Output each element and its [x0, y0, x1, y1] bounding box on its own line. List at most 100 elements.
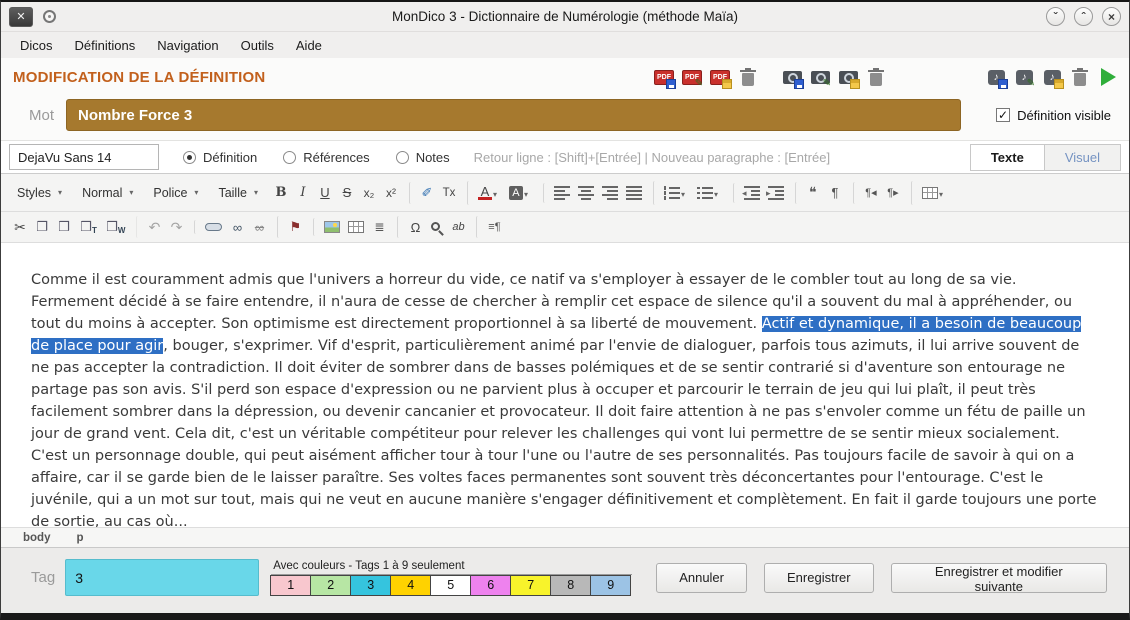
tag-color-5[interactable]: 5 — [430, 575, 471, 596]
tag-color-2[interactable]: 2 — [310, 575, 351, 596]
tag-color-1[interactable]: 1 — [270, 575, 311, 596]
cancel-button[interactable]: Annuler — [656, 563, 747, 593]
tag-color-8[interactable]: 8 — [550, 575, 591, 596]
audio-open-icon[interactable]: ♪ — [1039, 63, 1065, 91]
bullet-list-button[interactable] — [693, 181, 726, 205]
audio-save-icon[interactable]: ♪ — [983, 63, 1009, 91]
window-extra-close-button[interactable]: ✕ — [9, 7, 33, 27]
format-select[interactable]: Normal — [74, 182, 141, 204]
anchor-button[interactable]: ⚑ — [277, 216, 306, 238]
window-control-icon: ˇ — [1054, 10, 1058, 24]
chevron-down-icon — [493, 184, 501, 202]
font-selector[interactable]: DejaVu Sans 14 — [9, 144, 159, 170]
maximize-button[interactable]: ˆ — [1074, 7, 1093, 26]
align-justify-button[interactable] — [622, 183, 646, 203]
block-visibility-button[interactable]: ≡¶ — [476, 216, 505, 238]
photo-save-icon[interactable] — [779, 63, 805, 91]
paste-text-button[interactable]: ❒ T — [75, 216, 101, 238]
photo-open-icon[interactable] — [835, 63, 861, 91]
underline-button[interactable]: U — [314, 182, 336, 204]
copy-button[interactable]: ❐ — [31, 216, 53, 238]
rtl-paragraph-button[interactable]: ¶▸ — [882, 182, 904, 204]
redo-button[interactable]: ↷ — [165, 216, 187, 238]
paragraph-2: C'est un personnage double, qui peut ais… — [31, 445, 1099, 527]
menu-definitions[interactable]: Définitions — [66, 35, 145, 56]
bold-button[interactable]: B — [270, 182, 292, 204]
tag-color-9[interactable]: 9 — [590, 575, 631, 596]
superscript-button[interactable]: x² — [380, 182, 402, 204]
tag-input[interactable] — [65, 559, 259, 596]
window-menu-button[interactable] — [43, 10, 56, 23]
save-button[interactable]: Enregistrer — [764, 563, 874, 593]
background-color-button[interactable]: A — [505, 181, 536, 205]
minimize-button[interactable]: ˇ — [1046, 7, 1065, 26]
toggle-toolbar-button[interactable] — [194, 220, 226, 234]
save-next-button[interactable]: Enregistrer et modifier suivante — [891, 563, 1107, 593]
special-char-button[interactable]: Ω — [397, 216, 426, 238]
paste-button[interactable]: ❒ — [53, 216, 75, 238]
size-select[interactable]: Taille — [210, 182, 266, 204]
pdf-delete-icon[interactable] — [735, 63, 761, 91]
align-center-button[interactable] — [574, 183, 598, 203]
tag-color-3[interactable]: 3 — [350, 575, 391, 596]
visual-chars-button[interactable]: ¶ — [824, 182, 846, 204]
align-left-button[interactable] — [543, 183, 574, 203]
definition-text-editor[interactable]: Comme il est couramment admis que l'univ… — [1, 243, 1129, 527]
audio-play-icon[interactable] — [1095, 63, 1121, 91]
table-menu-button[interactable] — [911, 181, 951, 205]
subscript-button[interactable]: x₂ — [358, 182, 380, 204]
numbered-list-button[interactable] — [653, 181, 693, 205]
find-replace-button[interactable]: ab — [447, 216, 469, 238]
tab-visuel[interactable]: Visuel — [1044, 144, 1121, 171]
close-button[interactable]: × — [1102, 7, 1121, 26]
tag-color-6[interactable]: 6 — [470, 575, 511, 596]
menu-outils[interactable]: Outils — [232, 35, 283, 56]
menu-dicos[interactable]: Dicos — [11, 35, 62, 56]
insert-link-button[interactable]: ∞ — [226, 216, 248, 238]
radio-definition[interactable]: Définition — [183, 150, 257, 165]
pdf-edit-icon[interactable]: PDF ✎ — [679, 63, 705, 91]
italic-button[interactable]: I — [292, 182, 314, 204]
ltr-paragraph-button[interactable]: ¶◂ — [853, 182, 882, 204]
insert-table-button[interactable] — [344, 218, 368, 236]
styles-select[interactable]: Styles — [9, 182, 70, 204]
font-select[interactable]: Police — [145, 182, 206, 204]
audio-edit-icon[interactable]: ♪ ✎ — [1011, 63, 1037, 91]
menu-aide[interactable]: Aide — [287, 35, 331, 56]
pdf-save-icon[interactable]: PDF — [651, 63, 677, 91]
format-painter-button[interactable]: ✐ — [409, 182, 438, 204]
audio-delete-icon[interactable] — [1067, 63, 1093, 91]
search-button[interactable] — [426, 218, 447, 237]
align-right-button[interactable] — [598, 183, 622, 203]
tab-texte[interactable]: Texte — [970, 144, 1045, 171]
undo-button[interactable]: ↶ — [136, 216, 165, 238]
definition-visible-checkbox[interactable]: ✓ Définition visible — [996, 108, 1111, 123]
strikethrough-button[interactable]: S — [336, 182, 358, 204]
chevron-down-icon — [681, 184, 689, 202]
photo-edit-icon[interactable]: ✎ — [807, 63, 833, 91]
window-control-icon: ˆ — [1082, 10, 1086, 24]
outdent-button[interactable] — [733, 183, 764, 203]
radio-notes[interactable]: Notes — [396, 150, 450, 165]
insert-image-button[interactable] — [313, 218, 344, 236]
photo-delete-icon[interactable] — [863, 63, 889, 91]
path-p[interactable]: p — [76, 532, 83, 544]
indent-button[interactable] — [764, 183, 788, 203]
text-color-button[interactable]: A — [467, 181, 505, 205]
tag-color-4[interactable]: 4 — [390, 575, 431, 596]
header-icon-toolbar: PDF PDF ✎ PDF ✎ — [651, 63, 1121, 91]
radio-references[interactable]: Références — [283, 150, 369, 165]
paste-word-button[interactable]: ❒ W — [101, 216, 130, 238]
word-label: Mot — [29, 107, 54, 124]
word-input[interactable] — [66, 99, 961, 131]
menu-navigation[interactable]: Navigation — [148, 35, 227, 56]
unlink-button[interactable]: ∞ — [248, 216, 270, 238]
pdf-open-icon[interactable]: PDF — [707, 63, 733, 91]
path-body[interactable]: body — [23, 532, 50, 544]
bottom-panel: Tag Avec couleurs - Tags 1 à 9 seulement… — [1, 547, 1129, 613]
tag-color-7[interactable]: 7 — [510, 575, 551, 596]
clear-formatting-button[interactable]: Tx — [438, 182, 460, 204]
horizontal-rule-button[interactable]: ≣ — [368, 216, 390, 238]
cut-button[interactable]: ✂ — [9, 216, 31, 238]
blockquote-button[interactable]: ❝ — [795, 182, 824, 204]
